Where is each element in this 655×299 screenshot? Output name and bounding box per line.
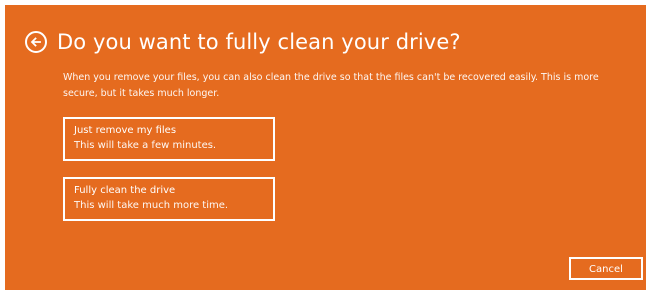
option-subtitle: This will take much more time. (74, 200, 229, 211)
dialog-title: Do you want to fully clean your drive? (57, 30, 461, 54)
just-remove-files-option[interactable]: Just remove my files This will take a fe… (63, 117, 275, 161)
option-subtitle: This will take a few minutes. (74, 140, 217, 151)
back-arrow-icon (30, 37, 41, 47)
dialog-description: When you remove your files, you can also… (63, 72, 599, 99)
reset-dialog: Do you want to fully clean your drive? W… (5, 5, 646, 290)
back-button[interactable] (25, 31, 47, 53)
cancel-button[interactable]: Cancel (569, 257, 643, 280)
fully-clean-drive-option[interactable]: Fully clean the drive This will take muc… (63, 177, 275, 221)
option-title: Just remove my files (74, 125, 177, 136)
option-title: Fully clean the drive (74, 185, 176, 196)
